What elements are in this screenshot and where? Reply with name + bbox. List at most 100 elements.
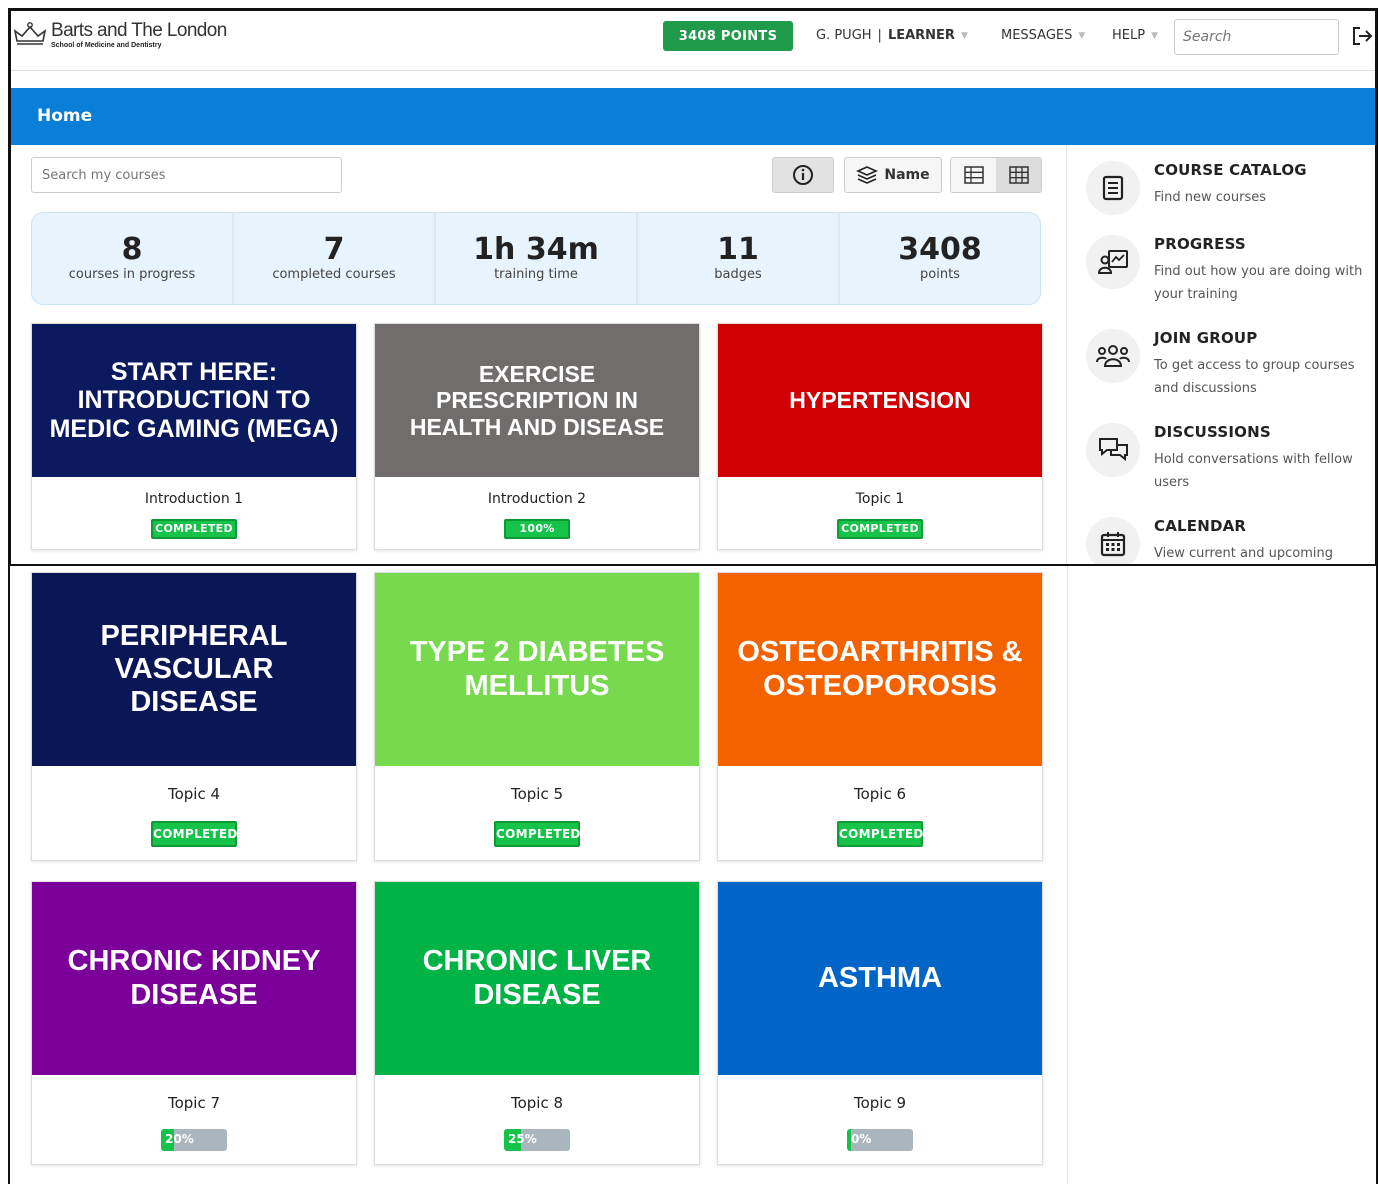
catalog-icon	[1102, 175, 1124, 201]
course-card[interactable]: PERIPHERAL VASCULAR DISEASE Topic 4 COMP…	[31, 572, 357, 861]
course-subtitle: Topic 9	[853, 1094, 907, 1112]
bottom-screenshot-panel: PERIPHERAL VASCULAR DISEASE Topic 4 COMP…	[8, 566, 1378, 1184]
course-title: HYPERTENSION	[789, 387, 971, 414]
view-toggle	[950, 157, 1042, 193]
course-title: TYPE 2 DIABETES MELLITUS	[409, 636, 665, 702]
sidebar-icon-circle	[1086, 161, 1140, 215]
sidebar-item-desc: To get access to group courses and discu…	[1154, 358, 1355, 396]
progress-label: 25%	[508, 1132, 537, 1146]
course-card[interactable]: CHRONIC KIDNEY DISEASE Topic 7 20%	[31, 881, 357, 1165]
stat-training-time: 1h 34m training time	[436, 213, 638, 304]
sidebar-divider	[1066, 145, 1067, 564]
course-title: CHRONIC KIDNEY DISEASE	[67, 945, 321, 1011]
stat-value: 11	[717, 232, 759, 267]
progress-label: 0%	[851, 1132, 872, 1146]
course-card[interactable]: HYPERTENSION Topic 1 COMPLETED	[717, 323, 1043, 550]
user-menu-separator: |	[877, 28, 882, 43]
course-subtitle: Topic 5	[510, 785, 564, 803]
user-role: LEARNER	[887, 28, 955, 43]
course-card[interactable]: EXERCISE PRESCRIPTION IN HEALTH AND DISE…	[374, 323, 700, 550]
course-subtitle: Topic 1	[855, 491, 905, 507]
course-subtitle: Introduction 1	[144, 491, 244, 507]
progress-label: 20%	[165, 1132, 194, 1146]
stats-summary: 8 courses in progress 7 completed course…	[31, 212, 1041, 305]
stat-label: courses in progress	[68, 267, 196, 282]
sidebar-item-desc: Hold conversations with fellow users	[1154, 452, 1353, 490]
sidebar-item-desc: Find new courses	[1154, 190, 1266, 205]
course-thumbnail: CHRONIC KIDNEY DISEASE	[32, 882, 356, 1075]
list-view-icon	[963, 166, 984, 184]
sidebar-item-title: CALENDAR	[1154, 517, 1247, 535]
points-button[interactable]: 3408 POINTS	[663, 21, 793, 51]
grid-view-icon	[1008, 166, 1029, 184]
course-card[interactable]: START HERE: INTRODUCTION TO MEDIC GAMING…	[31, 323, 357, 550]
course-subtitle: Topic 4	[167, 785, 221, 803]
stat-label: badges	[714, 267, 762, 282]
sidebar-icon-circle	[1086, 235, 1140, 289]
top-navbar: Barts and The London School of Medicine …	[11, 11, 1375, 71]
messages-menu[interactable]: MESSAGES ▼	[1001, 28, 1085, 43]
layers-icon	[856, 166, 879, 184]
stat-label: points	[920, 267, 960, 282]
progress-icon	[1097, 250, 1128, 274]
sidebar-item-title: PROGRESS	[1154, 235, 1246, 253]
help-label: HELP	[1112, 28, 1146, 43]
stat-badges: 11 badges	[638, 213, 840, 304]
course-thumbnail: TYPE 2 DIABETES MELLITUS	[375, 573, 699, 766]
logout-icon[interactable]	[1351, 25, 1373, 47]
course-thumbnail: START HERE: INTRODUCTION TO MEDIC GAMING…	[32, 324, 356, 477]
status-badge: COMPLETED	[151, 821, 237, 847]
logo-subtitle: School of Medicine and Dentistry	[51, 42, 162, 49]
stat-completed-courses: 7 completed courses	[234, 213, 436, 304]
course-card[interactable]: TYPE 2 DIABETES MELLITUS Topic 5 COMPLET…	[374, 572, 700, 861]
course-thumbnail: HYPERTENSION	[718, 324, 1042, 477]
stat-label: training time	[494, 267, 578, 282]
course-subtitle: Topic 8	[510, 1094, 564, 1112]
list-view-button[interactable]	[951, 158, 996, 192]
stat-value: 8	[121, 232, 143, 267]
chevron-down-icon: ▼	[960, 30, 968, 41]
user-menu[interactable]: G. PUGH | LEARNER ▼	[816, 28, 968, 43]
user-name: G. PUGH	[816, 28, 872, 43]
course-title: PERIPHERAL VASCULAR DISEASE	[100, 619, 288, 719]
course-card[interactable]: ASTHMA Topic 9 0%	[717, 881, 1043, 1165]
course-card[interactable]: OSTEOARTHRITIS & OSTEOPOROSIS Topic 6 CO…	[717, 572, 1043, 861]
chevron-down-icon: ▼	[1151, 30, 1158, 41]
global-search-input[interactable]	[1174, 19, 1339, 55]
crown-logo-icon	[13, 22, 47, 45]
sidebar-icon-circle	[1086, 517, 1140, 564]
course-thumbnail: OSTEOARTHRITIS & OSTEOPOROSIS	[718, 573, 1042, 766]
course-thumbnail: EXERCISE PRESCRIPTION IN HEALTH AND DISE…	[375, 324, 699, 477]
stat-value: 3408	[898, 232, 982, 267]
stat-label: completed courses	[272, 267, 396, 282]
site-logo[interactable]: Barts and The London School of Medicine …	[13, 21, 227, 50]
course-thumbnail: CHRONIC LIVER DISEASE	[375, 882, 699, 1075]
sort-label: Name	[884, 167, 930, 183]
course-title: EXERCISE PRESCRIPTION IN HEALTH AND DISE…	[409, 361, 665, 440]
info-icon	[793, 165, 813, 185]
page-title: Home	[37, 106, 93, 126]
course-card[interactable]: CHRONIC LIVER DISEASE Topic 8 25%	[374, 881, 700, 1165]
top-screenshot-panel: Barts and The London School of Medicine …	[8, 8, 1378, 566]
page-header-bar: Home	[11, 88, 1375, 145]
stat-value: 1h 34m	[473, 232, 599, 267]
progress-bar: 0%	[847, 1129, 913, 1151]
sidebar-divider	[1067, 566, 1068, 1184]
course-search-input[interactable]	[31, 157, 342, 193]
stat-courses-in-progress: 8 courses in progress	[32, 213, 234, 304]
sort-by-name-button[interactable]: Name	[844, 157, 942, 193]
sidebar-item-title: COURSE CATALOG	[1154, 161, 1307, 179]
progress-bar: 20%	[161, 1129, 227, 1151]
sidebar-icon-circle	[1086, 329, 1140, 383]
course-title: START HERE: INTRODUCTION TO MEDIC GAMING…	[49, 357, 339, 443]
sidebar-item-desc: View current and upcoming	[1154, 546, 1333, 561]
help-menu[interactable]: HELP ▼	[1112, 28, 1158, 43]
info-button[interactable]	[772, 157, 834, 193]
calendar-icon	[1100, 532, 1126, 557]
course-thumbnail: PERIPHERAL VASCULAR DISEASE	[32, 573, 356, 766]
status-badge: COMPLETED	[494, 821, 580, 847]
status-badge: COMPLETED	[837, 821, 923, 847]
sidebar-item-title: DISCUSSIONS	[1154, 423, 1271, 441]
discussions-icon	[1099, 438, 1128, 462]
grid-view-button[interactable]	[996, 158, 1041, 192]
